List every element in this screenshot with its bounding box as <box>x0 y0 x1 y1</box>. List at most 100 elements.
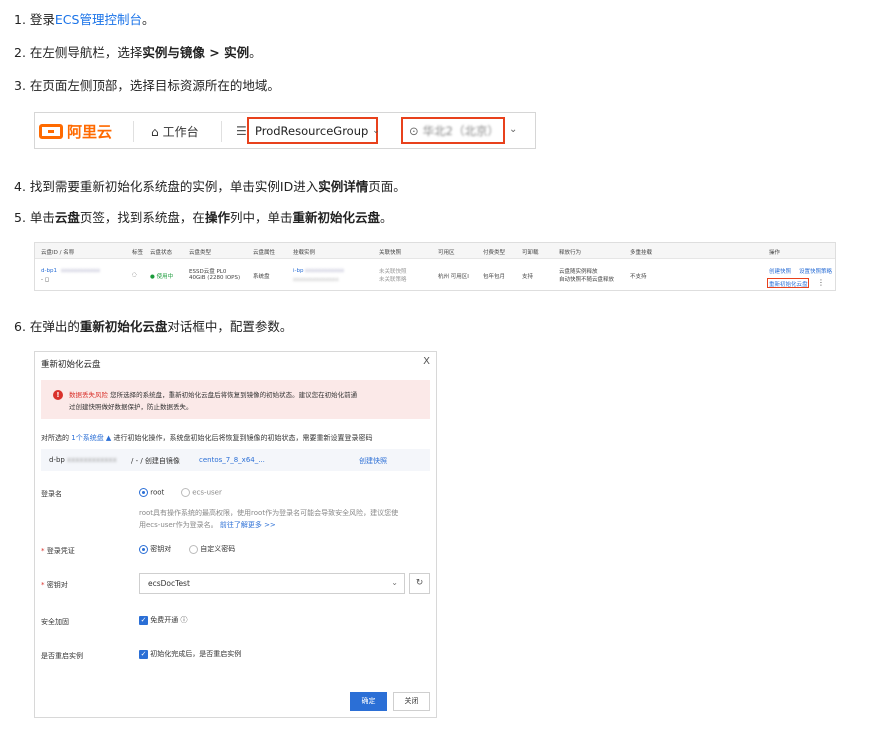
radio-selected[interactable] <box>139 488 148 497</box>
alert-line-1: 数据丢失风险 您所选择的系统盘，重新初始化云盘后将恢复到镜像的初始状态。建议您在… <box>69 389 357 399</box>
login-ecs-user-option[interactable]: ecs-user <box>181 488 222 497</box>
col-header: 多重挂载 <box>630 250 653 256</box>
step-4-suffix: 页面。 <box>368 179 406 194</box>
step-5-text: 。 <box>379 210 393 225</box>
info-text: 进行初始化操作，系统盘初始化后将恢复到镜像的初始状态，需要重新设置登录密码 <box>113 434 373 442</box>
cred-custom-option[interactable]: 自定义密码 <box>189 544 235 554</box>
radio-unselected[interactable] <box>189 544 198 554</box>
col-header: 可卸载 <box>522 250 539 256</box>
confirm-button[interactable]: 确定 <box>350 692 387 711</box>
reinit-disk-dialog: 重新初始化云盘 X ! 数据丢失风险 您所选择的系统盘，重新初始化云盘后将恢复到… <box>34 351 437 718</box>
restart-option[interactable]: ✓ 初始化完成后，是否重启实例 <box>139 649 241 659</box>
aliyun-logo[interactable]: 阿里云 <box>39 121 112 141</box>
restart-label: 是否重启实例 <box>41 652 83 660</box>
security-option[interactable]: ✓ 免费开通 ⓘ <box>139 615 187 625</box>
snapshot-policy: 未关联策略 <box>379 277 407 283</box>
radio-selected[interactable] <box>139 544 148 554</box>
workbench-button[interactable]: ⌂ 工作台 <box>151 123 199 140</box>
cred-keypair-label: 密钥对 <box>150 545 172 553</box>
alert-text: 您所选择的系统盘，重新初始化云盘后将恢复到镜像的初始状态。建议您在初始化前通 <box>110 391 358 399</box>
region-selector[interactable]: ⊙ 华北2（北京） <box>401 117 505 144</box>
chevron-down-icon: ⌄ <box>372 125 380 136</box>
step-2: 2. 在左侧导航栏，选择实例与镜像 > 实例。 <box>14 44 262 62</box>
radio-unselected[interactable] <box>181 488 190 497</box>
refresh-icon[interactable]: ↻ <box>409 573 430 594</box>
step-2-suffix: 。 <box>249 45 262 60</box>
learn-more-link[interactable]: 前往了解更多 >> <box>220 521 276 529</box>
step-5-bold: 云盘 <box>54 210 80 225</box>
disk-attribute: 系统盘 <box>253 274 270 280</box>
disk-id-redacted: xxxxxxxxxxxx <box>61 268 101 274</box>
instance-link[interactable]: i-bp <box>293 268 304 274</box>
copy-icon[interactable]: - ◻ <box>41 277 49 283</box>
disk-count-toggle[interactable]: 1个系统盘 ▲ <box>71 434 111 442</box>
step-1: 1. 登录ECS管理控制台。 <box>14 11 154 29</box>
create-snapshot-link[interactable]: 创建快照 <box>769 267 791 275</box>
step-5-bold: 重新初始化云盘 <box>292 210 380 225</box>
step-4: 4. 找到需要重新初始化系统盘的实例，单击实例ID进入实例详情页面。 <box>14 178 406 196</box>
cred-keypair-option[interactable]: 密钥对 <box>139 544 171 554</box>
status-badge: ● 使用中 <box>150 274 174 280</box>
tag-icon[interactable]: ◌ <box>132 272 137 278</box>
step-5-text: 页签，找到系统盘，在 <box>79 210 205 225</box>
alert-risk: 数据丢失风险 <box>69 391 108 399</box>
location-pin-icon: ⊙ <box>409 123 419 138</box>
col-header: 云盘状态 <box>150 250 173 256</box>
disk-type: ESSD云盘 PL0 <box>189 269 227 275</box>
login-name-label: 登录名 <box>41 490 62 498</box>
aliyun-logo-text: 阿里云 <box>67 122 113 141</box>
image-link[interactable]: centos_7_8_x64_... <box>199 456 265 464</box>
step-5: 5. 单击云盘页签，找到系统盘，在操作列中，单击重新初始化云盘。 <box>14 209 393 227</box>
resource-group-icon: ☰ <box>236 124 247 138</box>
aliyun-logo-icon <box>39 123 63 139</box>
security-option-label: 免费开通 ⓘ <box>150 616 188 624</box>
instance-name-redacted: xxxxxxxxxxxxxx <box>293 277 339 283</box>
step-5-text: 列中，单击 <box>229 210 293 225</box>
dialog-title: 重新初始化云盘 <box>41 360 101 370</box>
region-label: 华北2（北京） <box>422 123 499 138</box>
keypair-label: * 密钥对 <box>41 580 68 590</box>
step-6-text: 6. 在弹出的 <box>14 319 80 334</box>
disk-id-redacted: xxxxxxxxxxxx <box>67 456 117 464</box>
disk-size: 40GiB (2280 IOPS) <box>189 275 241 281</box>
step-6: 6. 在弹出的重新初始化云盘对话框中，配置参数。 <box>14 318 292 336</box>
billing-type: 包年包月 <box>483 274 506 280</box>
set-snapshot-policy-link[interactable]: 设置快照策略 <box>799 267 832 275</box>
col-header: 释放行为 <box>559 250 582 256</box>
col-header: 付费类型 <box>483 250 506 256</box>
resource-group-selector[interactable]: ProdResourceGroup ⌄ <box>247 117 380 144</box>
step-2-bold: 实例与镜像 > 实例 <box>142 45 250 60</box>
ecs-console-link[interactable]: ECS管理控制台 <box>55 12 142 27</box>
disk-id: d-bp <box>49 456 65 464</box>
step-2-text: 2. 在左侧导航栏，选择 <box>14 45 143 60</box>
login-root-option[interactable]: root <box>139 488 164 497</box>
chevron-down-icon[interactable]: ⌄ <box>509 124 517 135</box>
data-loss-alert: ! 数据丢失风险 您所选择的系统盘，重新初始化云盘后将恢复到镜像的初始状态。建议… <box>41 380 430 419</box>
checkbox-checked[interactable]: ✓ <box>139 649 148 659</box>
col-header: 关联快照 <box>379 250 402 256</box>
col-header: 云盘属性 <box>253 250 276 256</box>
selected-disk-row: d-bp xxxxxxxxxxxx / - / 创建自镜像 centos_7_8… <box>41 449 430 471</box>
disk-info: 对所选的 1个系统盘 ▲ 进行初始化操作，系统盘初始化后将恢复到镜像的初始状态，… <box>41 433 373 443</box>
alert-line-2: 过创建快照做好数据保护，防止数据丢失。 <box>69 403 193 411</box>
login-note-2: 用ecs-user作为登录名。 前往了解更多 >> <box>139 520 276 530</box>
release-snapshot: 自动快照不随云盘释放 <box>559 277 615 283</box>
close-button[interactable]: 关闭 <box>393 692 430 711</box>
home-icon: ⌂ <box>151 124 159 139</box>
step-3: 3. 在页面左侧顶部，选择目标资源所在的地域。 <box>14 78 280 93</box>
instance-redacted: xxxxxxxxxxxx <box>305 268 345 274</box>
resource-group-label: ProdResourceGroup <box>255 123 369 138</box>
more-icon[interactable]: ⋮ <box>817 278 825 287</box>
restart-option-label: 初始化完成后，是否重启实例 <box>150 650 242 658</box>
credential-label: * 登录凭证 <box>41 546 75 556</box>
checkbox-checked[interactable]: ✓ <box>139 615 148 625</box>
col-header: 云盘ID / 名称 <box>41 250 75 256</box>
disk-id-link[interactable]: d-bp1 <box>41 268 57 274</box>
step-5-text: 5. 单击 <box>14 210 55 225</box>
login-ecs-user-label: ecs-user <box>192 488 222 497</box>
keypair-select[interactable]: ecsDocTest ⌄ <box>139 573 405 594</box>
close-icon[interactable]: X <box>423 356 430 367</box>
step-1-suffix: 。 <box>141 12 155 27</box>
create-snapshot-link[interactable]: 创建快照 <box>359 456 387 466</box>
divider <box>221 121 222 142</box>
